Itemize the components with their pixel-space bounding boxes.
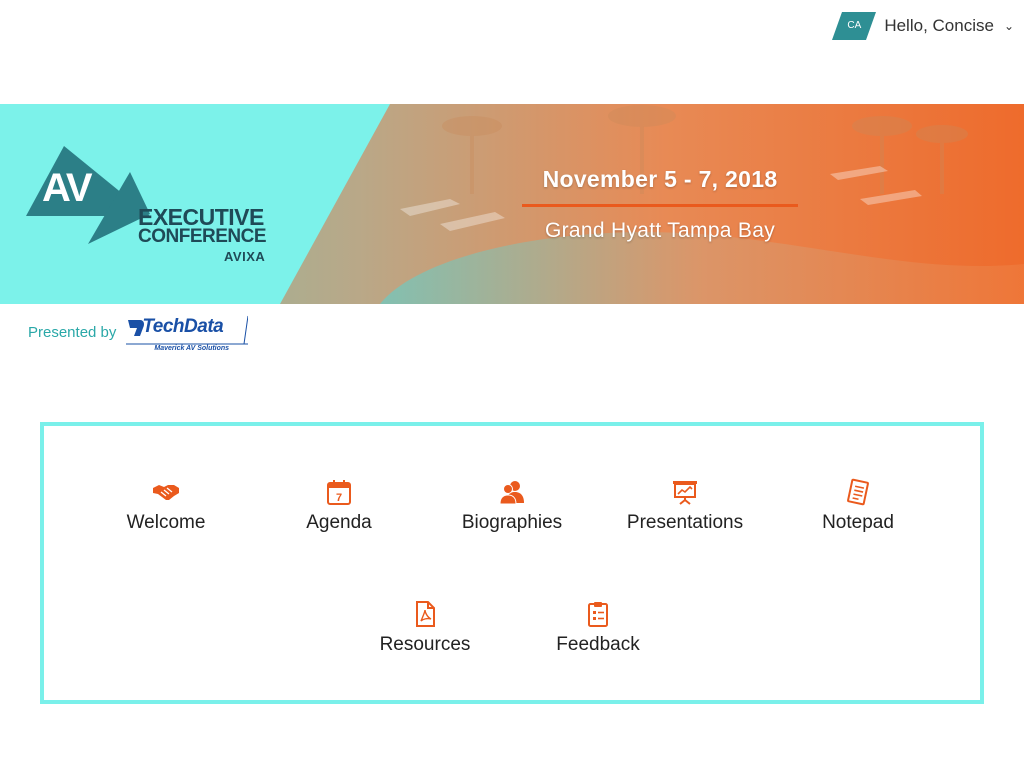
- banner-divider: [522, 204, 798, 207]
- nav-resources-label: Resources: [379, 634, 471, 655]
- clipboard-icon: [588, 602, 608, 627]
- nav-biographies[interactable]: Biographies: [432, 478, 592, 534]
- event-date: November 5 - 7, 2018: [542, 166, 778, 192]
- nav-resources[interactable]: Resources: [345, 600, 505, 656]
- sponsor-name: TechData: [142, 316, 224, 337]
- pdf-file-icon: [416, 601, 435, 627]
- avatar: CA: [832, 12, 877, 40]
- avatar-initials: CA: [847, 20, 862, 31]
- nav-agenda-label: Agenda: [306, 512, 372, 533]
- nav-feedback-label: Feedback: [556, 634, 640, 655]
- nav-presentations[interactable]: Presentations: [605, 478, 765, 534]
- nav-biographies-label: Biographies: [461, 512, 563, 533]
- presentation-board-icon: [673, 481, 697, 505]
- nav-welcome-label: Welcome: [126, 512, 206, 533]
- sponsor-tagline: Maverick AV Solutions: [154, 345, 230, 352]
- user-greeting: Hello, Concise: [884, 16, 994, 35]
- calendar-icon: 7: [327, 480, 351, 505]
- people-icon: [499, 481, 524, 505]
- sponsor-logo: TechData Maverick AV Solutions: [124, 314, 249, 358]
- nav-presentations-label: Presentations: [626, 512, 744, 533]
- event-venue: Grand Hyatt Tampa Bay: [544, 219, 776, 242]
- logo-conference: CONFERENCE: [138, 226, 267, 247]
- nav-notepad[interactable]: Notepad: [778, 478, 938, 534]
- chevron-down-icon: ⌄: [1003, 19, 1014, 33]
- notepad-icon: [847, 478, 869, 506]
- handshake-icon: [153, 485, 179, 500]
- main-navigation-panel: Welcome 7 Agenda Biographies Presentatio…: [40, 422, 984, 704]
- logo-avixa: AVIXA: [224, 249, 266, 264]
- nav-feedback[interactable]: Feedback: [518, 600, 678, 656]
- nav-welcome[interactable]: Welcome: [86, 478, 246, 534]
- event-banner: AV EXECUTIVE CONFERENCE AVIXA November 5…: [0, 104, 1024, 304]
- sponsor-credit: Presented by TechData Maverick AV Soluti…: [28, 314, 249, 358]
- logo-av-letters: AV: [42, 166, 93, 210]
- svg-text:7: 7: [336, 492, 342, 504]
- presented-by-label: Presented by: [28, 324, 117, 341]
- nav-agenda[interactable]: 7 Agenda: [259, 478, 419, 534]
- user-menu[interactable]: CA Hello, Concise ⌄: [832, 12, 1014, 40]
- nav-notepad-label: Notepad: [822, 512, 894, 533]
